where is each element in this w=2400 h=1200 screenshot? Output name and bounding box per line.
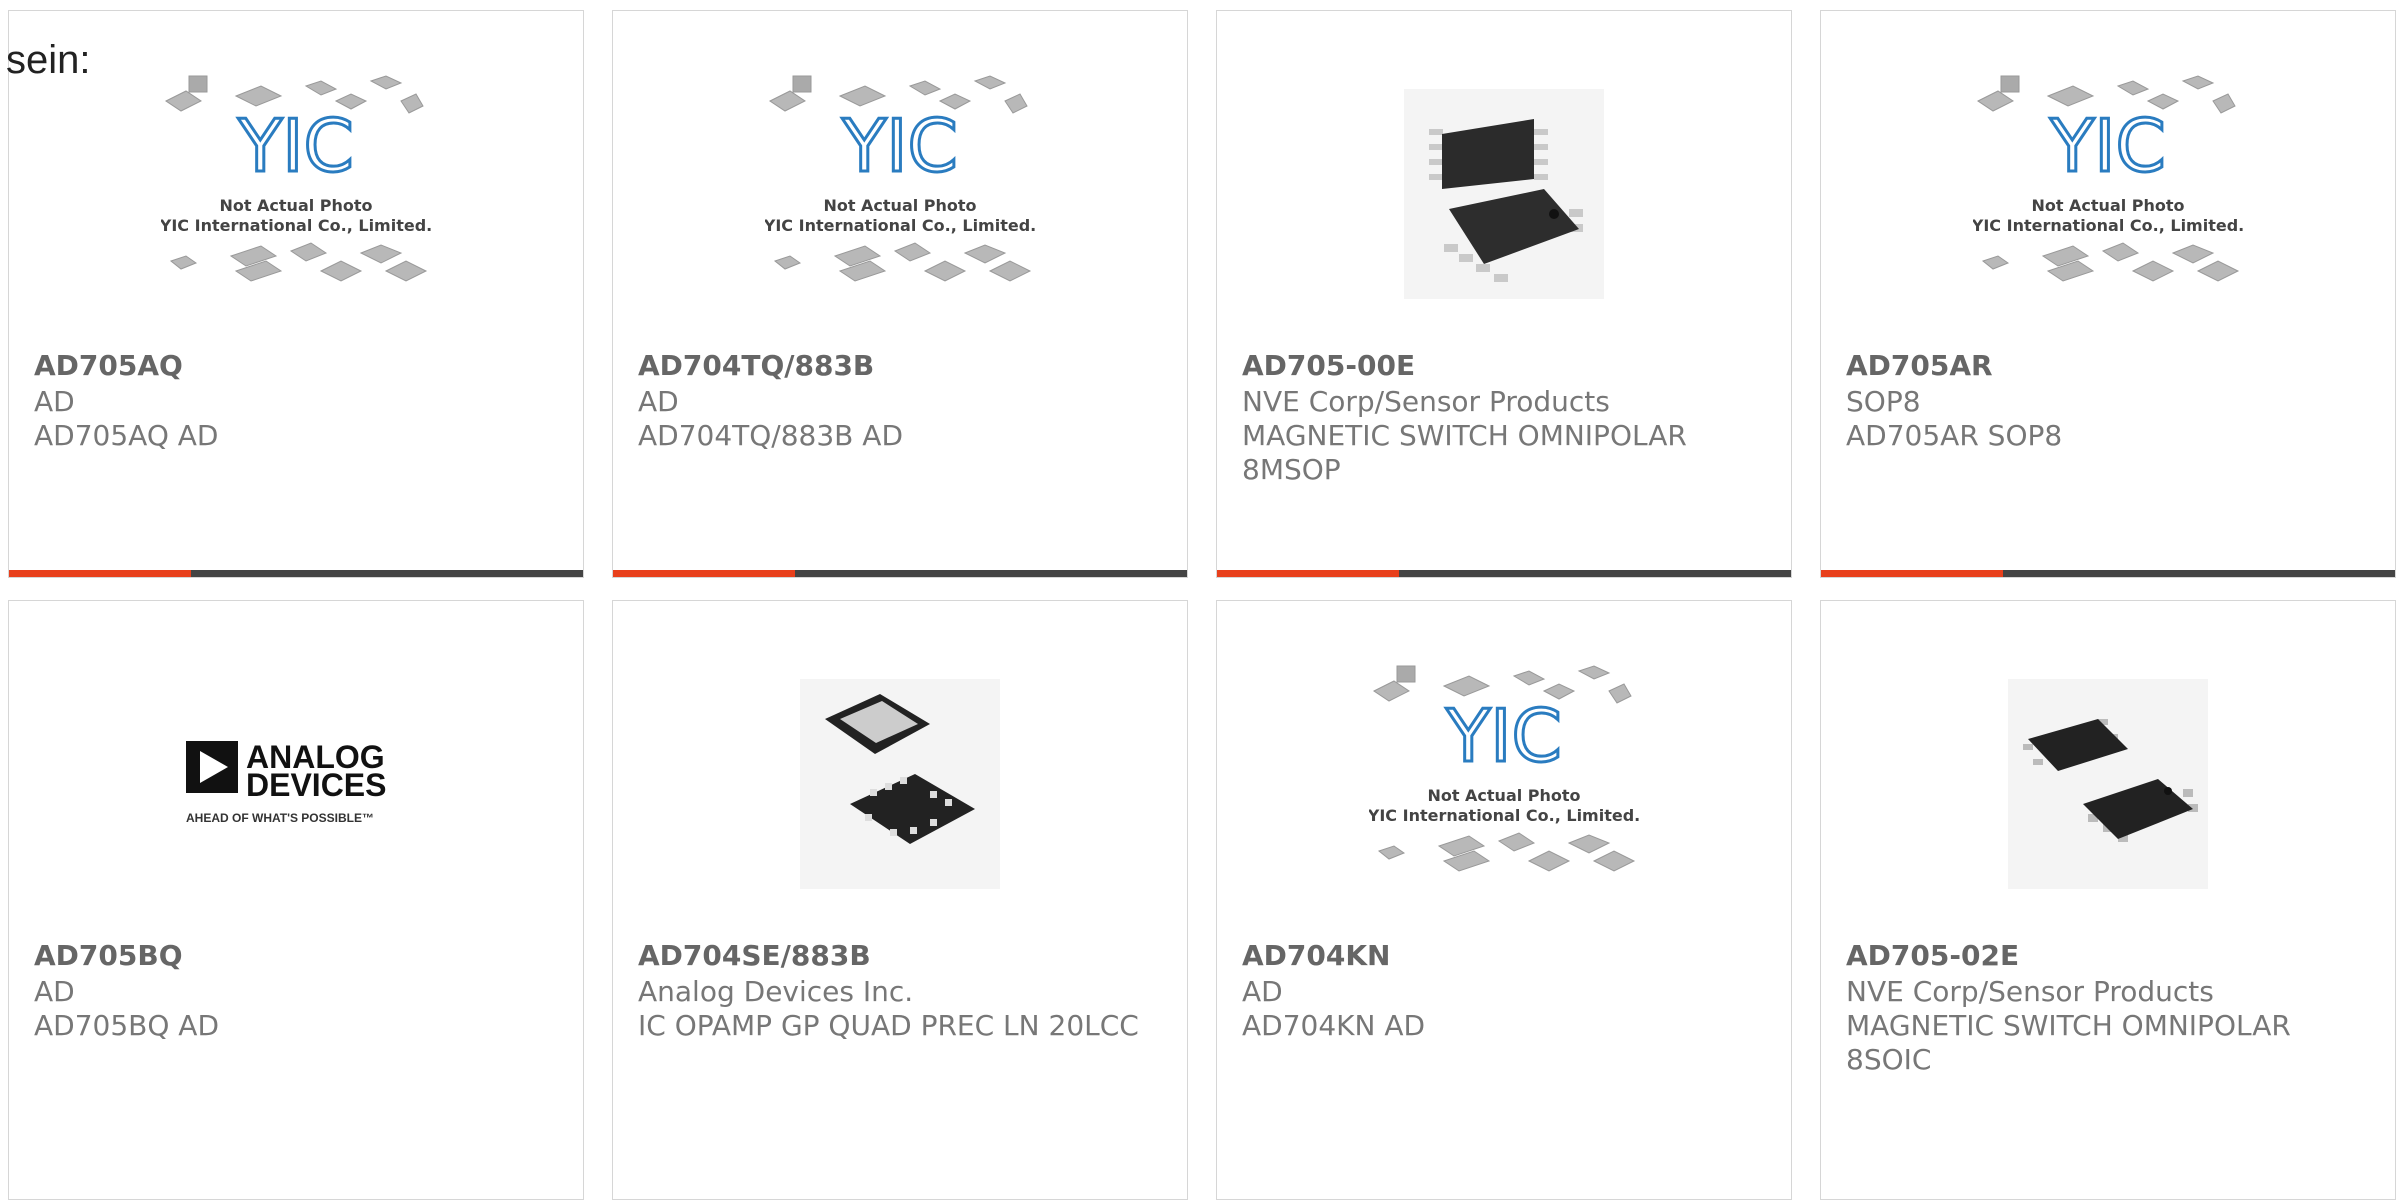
svg-text:YIC International Co., Limited: YIC International Co., Limited. [1369,806,1639,825]
svg-text:Not Actual Photo: Not Actual Photo [823,196,976,215]
svg-text:YIC: YIC [2049,104,2166,188]
lead-text: sein: [6,38,91,82]
msop-chip-icon [1404,89,1604,299]
product-image[interactable] [1217,71,1791,351]
part-number[interactable]: AD704TQ/883B [638,349,874,382]
product-card[interactable]: AD704SE/883B Analog Devices Inc. IC OPAM… [612,600,1188,1200]
svg-text:YIC International Co., Limited: YIC International Co., Limited. [1973,216,2243,235]
placeholder-image-icon: YIC Not Actual Photo YIC International C… [765,75,1035,282]
product-image[interactable]: YIC Not Actual Photo YIC International C… [613,71,1187,351]
part-number[interactable]: AD705AR [1846,349,1993,382]
soic-chip-icon [2008,679,2208,889]
product-card[interactable]: YIC Not Actual Photo YIC International C… [1216,600,1792,1200]
placeholder-image-icon: YIC Not Actual Photo YIC International C… [161,75,431,282]
description: AD705BQ AD [34,1009,220,1042]
card-bottom-bar [9,570,583,577]
card-bottom-bar [613,570,1187,577]
svg-text:Not Actual Photo: Not Actual Photo [2031,196,2184,215]
product-image[interactable]: YIC Not Actual Photo YIC International C… [1821,71,2395,351]
svg-text:YIC: YIC [1445,694,1562,778]
svg-text:YIC International Co., Limited: YIC International Co., Limited. [765,216,1035,235]
analog-devices-logo-icon: ANALOG DEVICES AHEAD OF WHAT'S POSSIBLE™ [186,739,386,825]
description: AD705AQ AD [34,419,219,452]
product-card[interactable]: ANALOG DEVICES AHEAD OF WHAT'S POSSIBLE™… [8,600,584,1200]
product-image[interactable] [1821,661,2395,941]
manufacturer: AD [638,385,679,418]
manufacturer: Analog Devices Inc. [638,975,914,1008]
lcc-chip-icon [800,679,1000,889]
product-card[interactable]: AD705-02E NVE Corp/Sensor Products MAGNE… [1820,600,2396,1200]
product-card[interactable]: YIC Not Actual Photo YIC International C… [8,10,584,578]
description: MAGNETIC SWITCH OMNIPOLAR 8MSOP [1242,419,1687,486]
part-number[interactable]: AD705-02E [1846,939,2019,972]
manufacturer: SOP8 [1846,385,1921,418]
manufacturer: AD [34,975,75,1008]
svg-text:Not Actual Photo: Not Actual Photo [1427,786,1580,805]
manufacturer: NVE Corp/Sensor Products [1846,975,2214,1008]
description: IC OPAMP GP QUAD PREC LN 20LCC [638,1009,1139,1042]
card-bottom-bar [1217,570,1791,577]
product-image[interactable]: YIC Not Actual Photo YIC International C… [1217,661,1791,941]
svg-text:DEVICES: DEVICES [246,767,386,803]
svg-text:YIC International Co., Limited: YIC International Co., Limited. [161,216,431,235]
manufacturer: NVE Corp/Sensor Products [1242,385,1610,418]
part-number[interactable]: AD705-00E [1242,349,1415,382]
card-accent [1821,570,2003,577]
product-card[interactable]: YIC Not Actual Photo YIC International C… [612,10,1188,578]
placeholder-image-icon: YIC Not Actual Photo YIC International C… [1973,75,2243,282]
card-accent [613,570,795,577]
card-accent [1217,570,1399,577]
product-image[interactable]: ANALOG DEVICES AHEAD OF WHAT'S POSSIBLE™ [9,661,583,941]
product-image[interactable]: YIC Not Actual Photo YIC International C… [9,71,583,351]
description: AD704TQ/883B AD [638,419,904,452]
description: AD705AR SOP8 [1846,419,2063,452]
svg-text:Not Actual Photo: Not Actual Photo [219,196,372,215]
description: MAGNETIC SWITCH OMNIPOLAR 8SOIC [1846,1009,2291,1076]
description: AD704KN AD [1242,1009,1426,1042]
part-number[interactable]: AD705AQ [34,349,183,382]
card-bottom-bar [1821,570,2395,577]
part-number[interactable]: AD704SE/883B [638,939,871,972]
product-card[interactable]: AD705-00E NVE Corp/Sensor Products MAGNE… [1216,10,1792,578]
placeholder-image-icon: YIC Not Actual Photo YIC International C… [1369,665,1639,872]
product-card[interactable]: YIC Not Actual Photo YIC International C… [1820,10,2396,578]
product-image[interactable] [613,661,1187,941]
svg-text:YIC: YIC [237,104,354,188]
svg-text:AHEAD OF WHAT'S POSSIBLE™: AHEAD OF WHAT'S POSSIBLE™ [186,811,374,825]
manufacturer: AD [34,385,75,418]
card-accent [9,570,191,577]
svg-text:YIC: YIC [841,104,958,188]
manufacturer: AD [1242,975,1283,1008]
part-number[interactable]: AD704KN [1242,939,1391,972]
part-number[interactable]: AD705BQ [34,939,183,972]
